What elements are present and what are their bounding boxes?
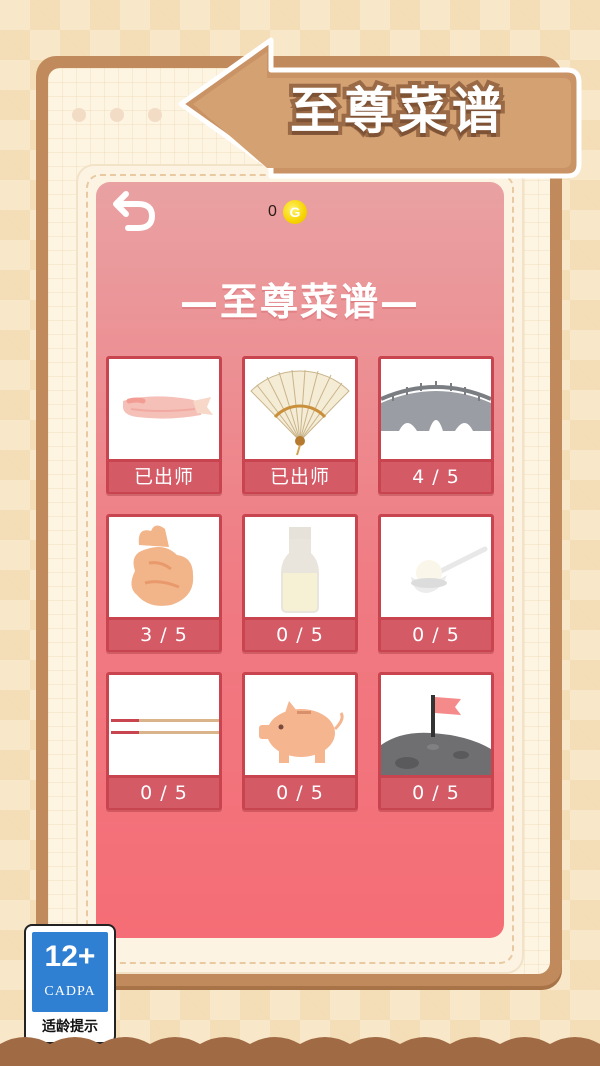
recipe-progress-label: 3 / 5 <box>109 620 219 650</box>
milk-bottle-icon <box>281 527 319 613</box>
recipe-grid: 已出师 已出师 4 / 5 3 / 5 0 / 5 0 / 5 0 / 5 0 … <box>106 356 496 810</box>
decor-dot <box>72 108 86 122</box>
back-arrow-icon <box>113 191 156 231</box>
card-image <box>381 675 491 775</box>
age-rating-number: 12+ <box>44 940 96 973</box>
piggy-bank-icon <box>259 701 344 763</box>
recipe-card-shrimp[interactable]: 已出师 <box>106 356 222 494</box>
recipe-progress-label: 0 / 5 <box>245 778 355 808</box>
coin-icon: G <box>282 200 307 224</box>
shrimp-icon <box>123 396 213 419</box>
recipe-card-bridge[interactable]: 4 / 5 <box>378 356 494 494</box>
card-image <box>245 359 355 459</box>
recipe-progress-label: 已出师 <box>109 462 219 492</box>
recipe-card-spoon[interactable]: 0 / 5 <box>378 514 494 652</box>
folding-fan-icon <box>250 369 350 456</box>
decor-dot <box>148 108 162 122</box>
stone-bridge-icon <box>381 381 491 431</box>
fried-snack-icon <box>131 525 194 606</box>
recipe-progress-label: 0 / 5 <box>381 620 491 650</box>
card-image <box>245 517 355 617</box>
recipe-progress-label: 4 / 5 <box>381 462 491 492</box>
recipe-card-piggy[interactable]: 0 / 5 <box>242 672 358 810</box>
age-rating-box: 12+ CADPA <box>32 932 108 1012</box>
recipe-card-chopsticks[interactable]: 0 / 5 <box>106 672 222 810</box>
recipe-progress-label: 0 / 5 <box>109 778 219 808</box>
card-image <box>381 517 491 617</box>
recipe-progress-label: 已出师 <box>245 462 355 492</box>
panel-heading: —至尊菜谱— <box>179 280 420 324</box>
card-image <box>381 359 491 459</box>
recipe-card-milk[interactable]: 0 / 5 <box>242 514 358 652</box>
recipe-card-moon[interactable]: 0 / 5 <box>378 672 494 810</box>
recipe-card-fried-snack[interactable]: 3 / 5 <box>106 514 222 652</box>
coin-counter: 0 G <box>268 198 307 226</box>
card-image <box>245 675 355 775</box>
age-rating-badge: 12+ CADPA 适龄提示 <box>24 924 116 1044</box>
recipe-progress-label: 0 / 5 <box>381 778 491 808</box>
recipe-card-fan[interactable]: 已出师 <box>242 356 358 494</box>
scallop-border <box>0 1037 600 1066</box>
recipe-progress-label: 0 / 5 <box>245 620 355 650</box>
age-rating-org: CADPA <box>44 984 96 999</box>
card-image <box>109 517 219 617</box>
chopsticks-icon <box>111 719 219 734</box>
spoon-dumpling-icon <box>411 546 488 593</box>
back-button[interactable] <box>108 184 160 236</box>
coin-count: 0 <box>268 203 277 220</box>
banner-title: 至尊菜谱 <box>286 78 506 144</box>
decor-dot <box>110 108 124 122</box>
card-image <box>109 675 219 775</box>
moon-flag-icon <box>381 695 491 775</box>
card-image <box>109 359 219 459</box>
